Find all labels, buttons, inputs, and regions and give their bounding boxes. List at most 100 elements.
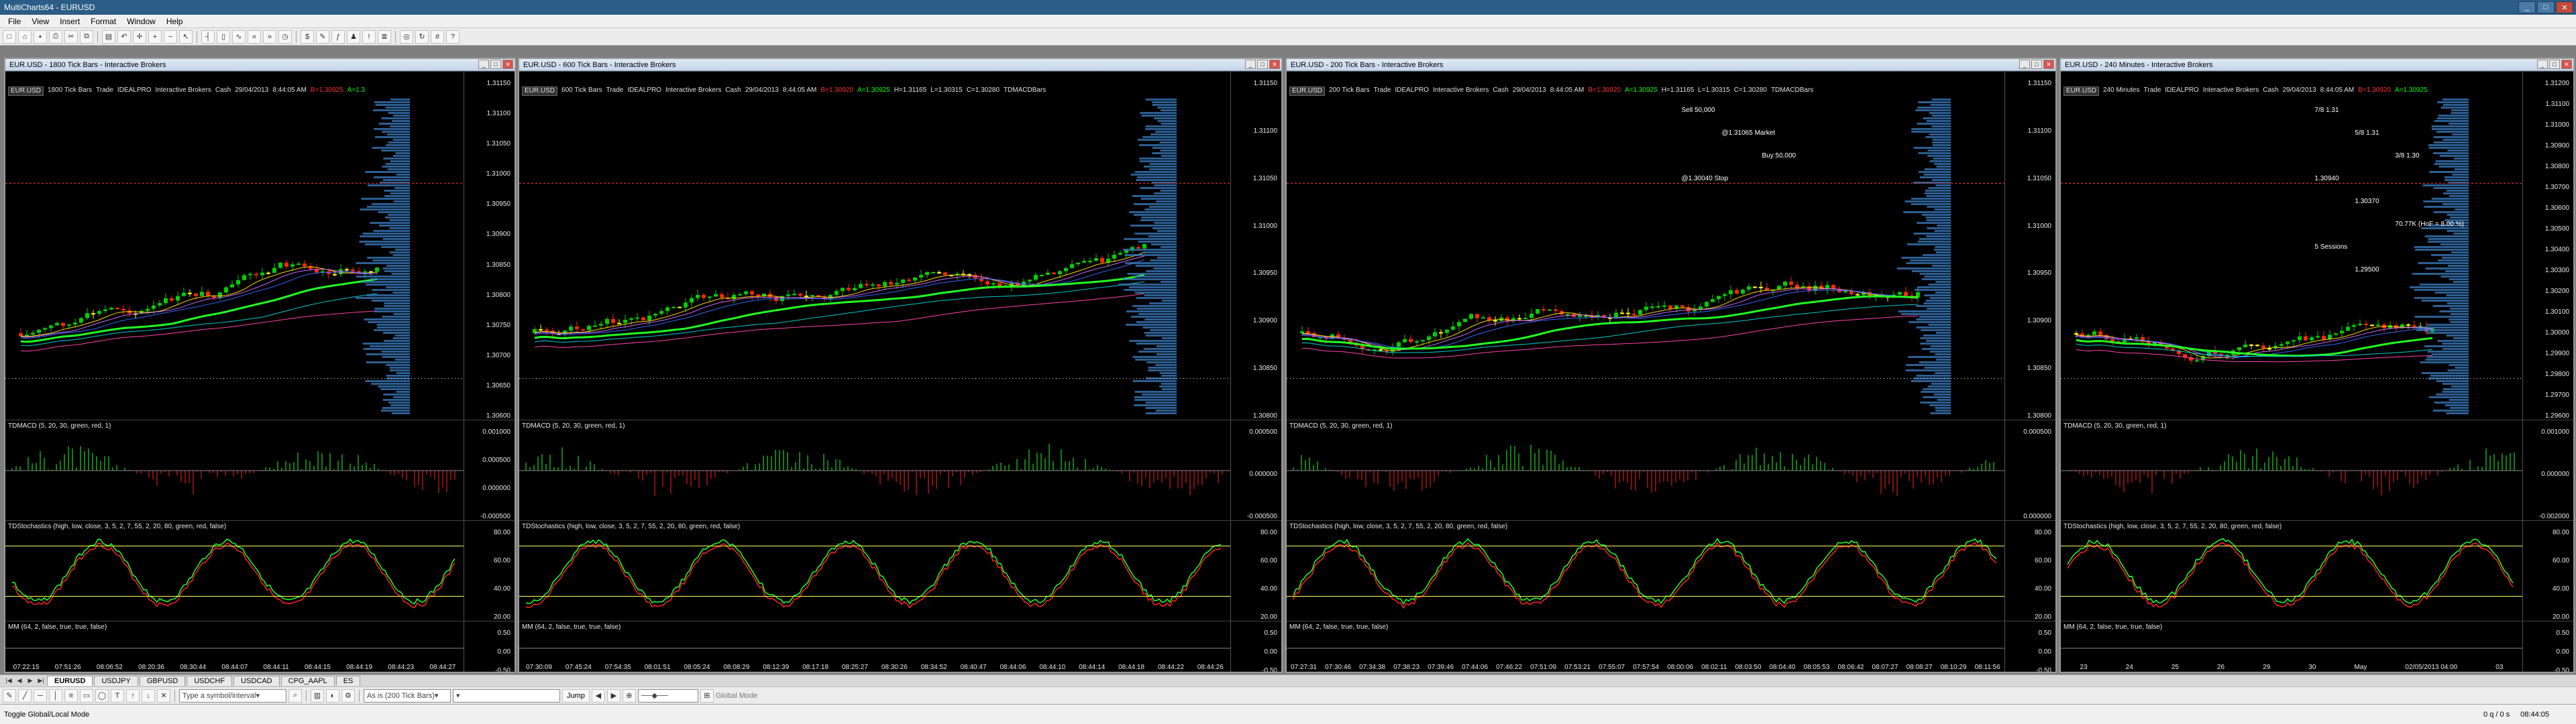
tab-next-icon[interactable]: ▶ (25, 676, 35, 686)
scroll-forward-icon[interactable]: ▶ (606, 688, 621, 703)
fib-tool-icon[interactable]: ≡ (64, 688, 78, 703)
stoch-panel[interactable]: 80.00 60.00 40.00 20.00 TDStochastics (high,… (5, 520, 515, 621)
macd-price-axis[interactable]: 0.001000 0.000500 0.000000 -0.000500 (464, 420, 515, 520)
tab-last-icon[interactable]: ▶| (36, 676, 46, 686)
chart-minimize-icon[interactable]: _ (1245, 60, 1256, 69)
stoch-price-axis[interactable]: 80.00 60.00 40.00 20.00 (2522, 521, 2573, 621)
symbol-input[interactable]: Type a symbol/interval ▾ (179, 688, 286, 703)
mm-panel[interactable]: 0.50 0.00 -0.50 MM (64, 2, false, true, tru… (5, 621, 515, 672)
zoom-in-icon[interactable]: + (148, 29, 162, 44)
menu-window[interactable]: Window (121, 17, 161, 26)
refresh-icon[interactable]: ↻ (415, 29, 429, 44)
stoch-panel[interactable]: 80.00 60.00 40.00 20.00 TDStochastics (high,… (519, 520, 1281, 621)
global-mode-icon[interactable]: ⊞ (700, 688, 714, 703)
chart-restore-icon[interactable]: □ (490, 60, 501, 69)
scroll-left-icon[interactable]: « (248, 29, 261, 44)
chart-window-title[interactable]: EUR.USD - 200 Tick Bars - Interactive Br… (1287, 59, 2055, 71)
macd-indicator-label[interactable]: TDMACD (5, 20, 30, green, red, 1) (522, 422, 625, 430)
close-button[interactable]: ✕ (2556, 1, 2573, 13)
help-icon[interactable]: ? (446, 29, 460, 44)
open-icon[interactable]: ⌂ (18, 29, 32, 44)
jump-button[interactable]: Jump (562, 688, 590, 703)
price-panel[interactable]: Sell 50,000 @1.31065 Market Buy 50,000 @1.3… (1287, 71, 2055, 420)
mm-price-axis[interactable]: 0.50 0.00 -0.50 (2522, 621, 2573, 672)
menu-view[interactable]: View (26, 17, 54, 26)
chart-minimize-icon[interactable]: _ (2019, 60, 2030, 69)
print-icon[interactable]: ⎙ (49, 29, 62, 44)
chart-close-icon[interactable]: ✕ (1269, 60, 1280, 69)
tab-es[interactable]: ES (335, 676, 361, 686)
price-panel[interactable]: 1.31150 1.31100 1.31050 1.31000 1.30950 1.309… (519, 71, 1281, 420)
copy-icon[interactable]: ⧉ (80, 29, 93, 44)
bar-chart-icon[interactable]: ┤ (201, 29, 215, 44)
time-axis[interactable]: 07:27:31 07:30:46 07:34:38 07:38:23 07:39:46… (1287, 664, 2004, 672)
new-icon[interactable]: □ (3, 29, 16, 44)
vline-tool-icon[interactable]: │ (49, 688, 62, 703)
maximize-button[interactable]: □ (2537, 1, 2555, 13)
time-axis[interactable]: 07:30:09 07:45:24 07:54:35 08:01:51 08:05:24… (519, 664, 1230, 672)
tab-prev-icon[interactable]: ◀ (15, 676, 24, 686)
crosshair-icon[interactable]: ✛ (133, 29, 146, 44)
cut-icon[interactable]: ✂ (64, 29, 78, 44)
stoch-indicator-label[interactable]: TDStochastics (high, low, close, 3, 5, 2… (2063, 523, 2282, 530)
mm-panel[interactable]: 0.50 0.00 -0.50 MM (64, 2, false, true, tru… (519, 621, 1281, 672)
scroll-slider[interactable]: ──◆── (637, 688, 698, 703)
menu-help[interactable]: Help (161, 17, 189, 26)
stoch-price-axis[interactable]: 80.00 60.00 40.00 20.00 (1230, 521, 1281, 621)
chart-window-2[interactable]: EUR.USD - 600 Tick Bars - Interactive Br… (518, 58, 1283, 673)
chart-window-4[interactable]: EUR.USD - 240 Minutes - Interactive Brok… (2059, 58, 2575, 673)
mm-panel[interactable]: 0.50 0.00 -0.50 MM (64, 2, false, true, tru… (2061, 621, 2573, 672)
stoch-panel[interactable]: 80.00 60.00 40.00 20.00 TDStochastics (high,… (1287, 520, 2055, 621)
paste-icon[interactable]: ▤ (102, 29, 115, 44)
line-tool-icon[interactable]: ╱ (18, 688, 32, 703)
mm-price-axis[interactable]: 0.50 0.00 -0.50 (464, 621, 515, 672)
stoch-indicator-label[interactable]: TDStochastics (high, low, close, 3, 5, 2… (8, 523, 226, 530)
macd-price-axis[interactable]: 0.001000 0.000000 -0.002000 (2522, 420, 2573, 520)
menu-file[interactable]: File (3, 17, 26, 26)
menu-format[interactable]: Format (85, 17, 121, 26)
chart-window-1[interactable]: EUR.USD - 1800 Tick Bars - Interactive B… (4, 58, 516, 673)
minimize-button[interactable]: _ (2518, 1, 2536, 13)
price-icon[interactable]: $ (301, 29, 314, 44)
dom-icon[interactable]: ≣ (378, 29, 391, 44)
mm-indicator-label[interactable]: MM (64, 2, false, true, true, false) (2063, 623, 2162, 631)
scroll-right-icon[interactable]: » (263, 29, 276, 44)
chart-close-icon[interactable]: ✕ (2561, 60, 2572, 69)
price-price-axis[interactable]: 1.31150 1.31100 1.31050 1.31000 1.30950 1.309… (1230, 72, 1281, 420)
time-icon[interactable]: ◷ (278, 29, 292, 44)
macd-price-axis[interactable]: 0.000500 0.000000 (2004, 420, 2055, 520)
macd-indicator-label[interactable]: TDMACD (5, 20, 30, green, red, 1) (8, 422, 111, 430)
stoch-panel[interactable]: 80.00 60.00 40.00 20.00 TDStochastics (high,… (2061, 520, 2573, 621)
mm-panel[interactable]: 0.50 0.00 -0.50 MM (64, 2, false, true, tru… (1287, 621, 2055, 672)
macd-panel[interactable]: 0.001000 0.000500 0.000000 -0.000500 TDMACD … (5, 420, 515, 520)
mm-price-axis[interactable]: 0.50 0.00 -0.50 (1230, 621, 1281, 672)
stoch-price-axis[interactable]: 80.00 60.00 40.00 20.00 (2004, 521, 2055, 621)
candle-chart-icon[interactable]: ▯ (217, 29, 230, 44)
menu-insert[interactable]: Insert (54, 17, 85, 26)
tab-usdchf[interactable]: USDCHF (186, 676, 233, 686)
price-panel[interactable]: 1.31150 1.31100 1.31050 1.31000 1.30950 1.309… (5, 71, 515, 420)
interval-combo[interactable]: As is (200 Tick Bars) ▾ (364, 688, 451, 703)
stoch-indicator-label[interactable]: TDStochastics (high, low, close, 3, 5, 2… (1289, 523, 1507, 530)
stoch-price-axis[interactable]: 80.00 60.00 40.00 20.00 (464, 521, 515, 621)
arrow-up-icon[interactable]: ↑ (126, 688, 140, 703)
pencil-icon[interactable]: ✎ (3, 688, 16, 703)
mm-indicator-label[interactable]: MM (64, 2, false, true, true, false) (522, 623, 621, 631)
tab-usdjpy[interactable]: USDJPY (94, 676, 138, 686)
chart-window-title[interactable]: EUR.USD - 240 Minutes - Interactive Brok… (2061, 59, 2573, 71)
tab-gbpusd[interactable]: GBPUSD (139, 676, 186, 686)
order-icon[interactable]: ◎ (400, 29, 413, 44)
zoom-icon[interactable]: ⊕ (622, 688, 636, 703)
rect-tool-icon[interactable]: ▭ (80, 688, 93, 703)
macd-panel[interactable]: 0.000500 0.000000 TDMACD (5, 20, 30, green… (1287, 420, 2055, 520)
format-icon[interactable]: ✎ (316, 29, 329, 44)
cursor-icon[interactable]: ↖ (179, 29, 193, 44)
chart-restore-icon[interactable]: □ (2549, 60, 2560, 69)
chart-minimize-icon[interactable]: _ (2537, 60, 2548, 69)
macd-panel[interactable]: 0.001000 0.000000 -0.002000 TDMACD (5, 20, … (2061, 420, 2573, 520)
chart-window-title[interactable]: EUR.USD - 1800 Tick Bars - Interactive B… (5, 59, 515, 71)
macd-indicator-label[interactable]: TDMACD (5, 20, 30, green, red, 1) (1289, 422, 1392, 430)
scroll-back-icon[interactable]: ◀ (591, 688, 605, 703)
arrow-down-icon[interactable]: ↓ (142, 688, 155, 703)
price-price-axis[interactable]: 1.31200 1.31100 1.31000 1.30900 1.30800 1.307… (2522, 72, 2573, 420)
